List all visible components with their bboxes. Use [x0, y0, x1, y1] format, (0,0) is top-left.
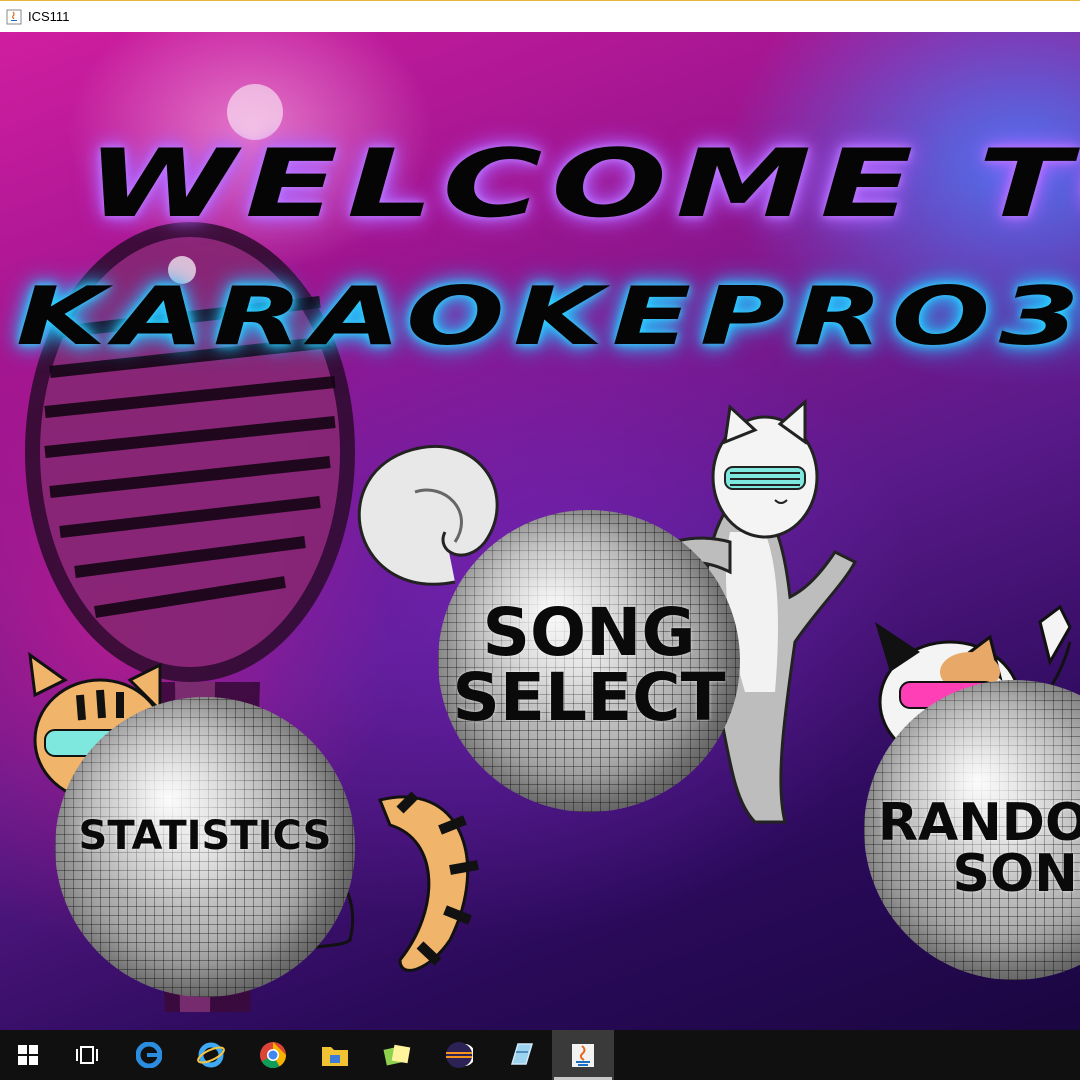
edge-icon — [136, 1042, 162, 1068]
random-song-line2: SONG — [952, 843, 1080, 904]
eclipse-icon — [446, 1042, 473, 1068]
windows-start-button[interactable] — [0, 1030, 56, 1080]
statistics-button[interactable]: STATISTICS — [55, 697, 355, 997]
taskbar-internet-explorer[interactable] — [180, 1030, 242, 1080]
taskbar-file-explorer[interactable] — [304, 1030, 366, 1080]
taskbar-eclipse[interactable] — [428, 1030, 490, 1080]
window-title-bar: ICS111 — [0, 0, 1080, 32]
notepad-icon — [510, 1043, 534, 1065]
taskbar-sticky-notes[interactable] — [366, 1030, 428, 1080]
windows-start-icon — [18, 1045, 38, 1065]
taskbar-java[interactable] — [552, 1030, 614, 1080]
taskbar-chrome[interactable] — [242, 1030, 304, 1080]
chrome-icon — [260, 1042, 287, 1069]
internet-explorer-icon — [197, 1042, 225, 1068]
sticky-notes-icon — [383, 1044, 411, 1066]
task-view-icon — [76, 1046, 98, 1064]
java-icon — [572, 1044, 594, 1067]
main-menu-screen: WELCOME TO KARAOKEPRO3000 SONG SELECT — [0, 32, 1080, 1030]
java-app-icon — [6, 9, 22, 24]
statistics-label: STATISTICS — [78, 813, 332, 860]
file-explorer-icon — [322, 1047, 348, 1066]
taskbar-edge[interactable] — [118, 1030, 180, 1080]
taskbar-notepad[interactable] — [490, 1030, 552, 1080]
random-song-label: RANDOM SONG — [878, 797, 1080, 904]
app-name-heading: KARAOKEPRO3000 — [16, 270, 1080, 363]
window-title: ICS111 — [28, 9, 70, 24]
task-view-button[interactable] — [56, 1030, 118, 1080]
welcome-heading: WELCOME TO — [86, 130, 1080, 239]
windows-taskbar — [0, 1030, 1080, 1080]
